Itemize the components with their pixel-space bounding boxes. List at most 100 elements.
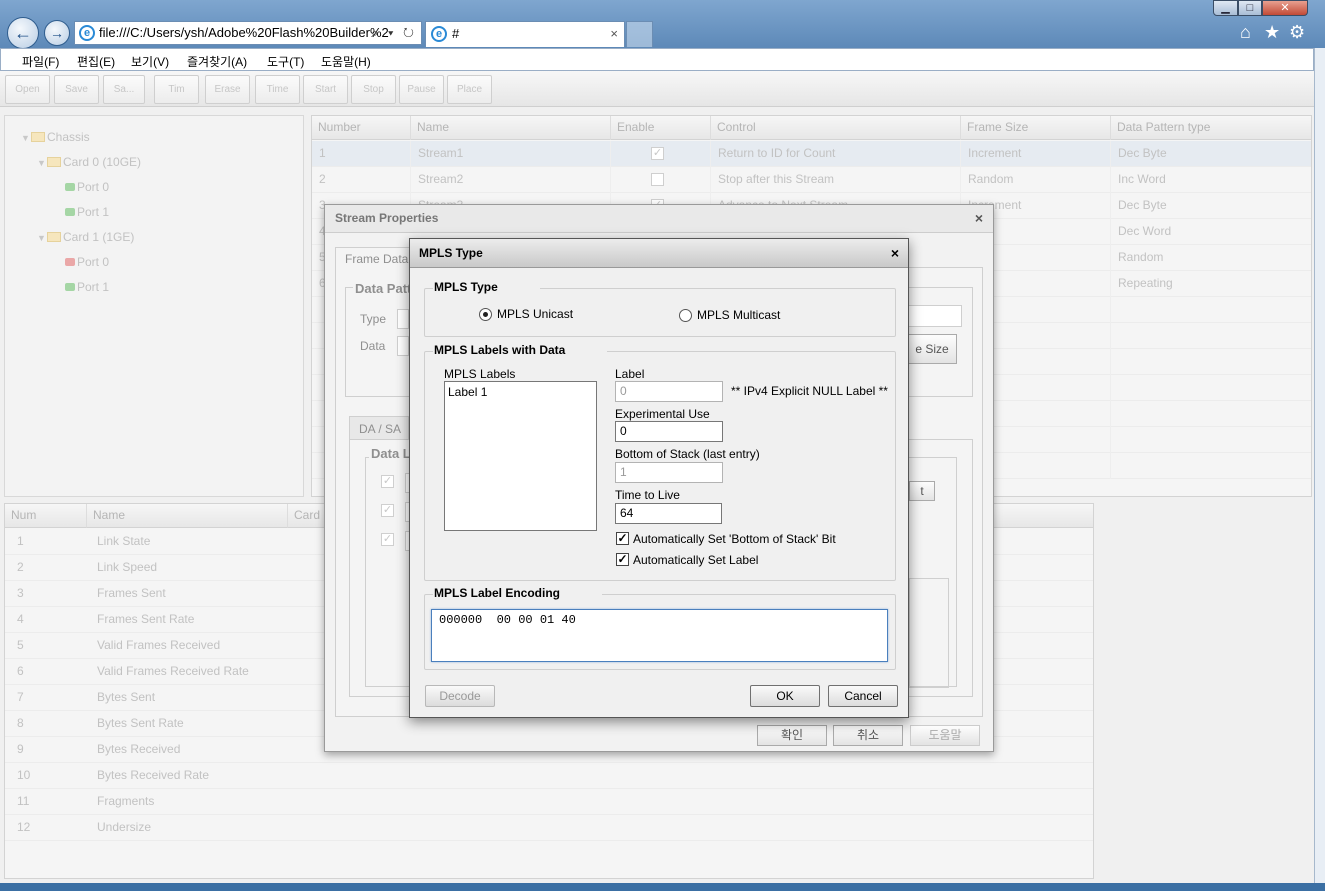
tree-node-card0-port0[interactable]: Port 0 xyxy=(65,180,109,194)
stop-button[interactable]: Stop xyxy=(351,75,396,104)
address-bar[interactable]: e file:///C:/Users/ysh/Adobe%20Flash%20B… xyxy=(74,21,422,45)
forward-button[interactable]: → xyxy=(44,20,70,46)
minimize-button[interactable]: ▁ xyxy=(1213,0,1238,16)
stats-col-num[interactable]: Num xyxy=(5,504,86,528)
enable-checkbox[interactable] xyxy=(651,173,664,186)
close-icon[interactable]: × xyxy=(975,205,983,232)
experimental-input[interactable]: 0 xyxy=(615,421,723,442)
experimental-caption: Experimental Use xyxy=(615,407,710,421)
encoding-textarea[interactable]: 000000 00 00 01 40 xyxy=(431,609,888,662)
tree-node-card1-port1[interactable]: Port 1 xyxy=(65,280,109,294)
window-close-button[interactable]: ✕ xyxy=(1262,0,1308,16)
time-button[interactable]: Time xyxy=(255,75,300,104)
menu-tools[interactable]: 도구(T) xyxy=(267,53,304,70)
menu-favorites[interactable]: 즐겨찾기(A) xyxy=(187,53,247,70)
pattern-field[interactable] xyxy=(907,305,962,327)
menu-view[interactable]: 보기(V) xyxy=(131,53,169,70)
timer-button[interactable]: Tim xyxy=(154,75,199,104)
bottom-of-stack-input[interactable]: 1 xyxy=(615,462,723,483)
new-tab-button[interactable] xyxy=(626,21,653,47)
tree-node-card1[interactable]: ▼ Card 1 (1GE) xyxy=(37,230,134,244)
labels-list[interactable]: Label 1 xyxy=(444,381,597,531)
tree-node-chassis[interactable]: ▼ Chassis xyxy=(21,130,90,144)
table-row[interactable]: 1 Stream1 Return to ID for Count Increment D… xyxy=(312,141,1311,167)
stream-help-button[interactable]: 도움말 xyxy=(910,725,980,746)
table-row[interactable]: 12 Undersize xyxy=(5,815,1093,841)
col-control[interactable]: Control xyxy=(710,116,960,140)
multicast-label[interactable]: MPLS Multicast xyxy=(697,308,780,322)
menu-edit[interactable]: 편집(E) xyxy=(77,53,115,70)
browser-tab[interactable]: e # × xyxy=(425,21,625,47)
tree-node-card1-port0[interactable]: Port 0 xyxy=(65,255,109,269)
layer-checkbox-3[interactable]: ✓ xyxy=(381,533,394,546)
table-row[interactable]: 2 Stream2 Stop after this Stream Random Inc … xyxy=(312,167,1311,193)
expand-icon[interactable]: ▼ xyxy=(21,133,31,143)
tab-frame-data[interactable]: Frame Data xyxy=(335,247,415,269)
start-button[interactable]: Start xyxy=(303,75,348,104)
stats-name: Bytes Received xyxy=(97,742,181,756)
address-tools-icon[interactable]: ⌕ ▾ ↻ xyxy=(371,22,417,44)
tree-label: Card 1 (1GE) xyxy=(63,230,135,244)
col-number[interactable]: Number xyxy=(312,116,410,140)
save-button[interactable]: Save xyxy=(54,75,99,104)
table-row[interactable]: 11 Fragments xyxy=(5,789,1093,815)
tab-da-sa[interactable]: DA / SA xyxy=(349,416,409,440)
label-input[interactable]: 0 xyxy=(615,381,723,402)
bottom-of-stack-caption: Bottom of Stack (last entry) xyxy=(615,447,760,461)
ok-button[interactable]: OK xyxy=(750,685,820,707)
type-label: Type xyxy=(360,312,387,326)
multicast-radio[interactable] xyxy=(679,309,692,322)
page-scrollbar[interactable] xyxy=(1314,48,1325,883)
unicast-label[interactable]: MPLS Unicast xyxy=(497,307,573,321)
frame-size-button[interactable]: e Size xyxy=(907,334,957,364)
folder-icon xyxy=(31,132,45,142)
expand-icon[interactable]: ▼ xyxy=(37,158,47,168)
type-select[interactable] xyxy=(397,309,409,329)
menu-help[interactable]: 도움말(H) xyxy=(321,53,371,70)
stream-cancel-button[interactable]: 취소 xyxy=(833,725,903,746)
layer-checkbox-1[interactable]: ✓ xyxy=(381,475,394,488)
layer-checkbox-2[interactable]: ✓ xyxy=(381,504,394,517)
col-name[interactable]: Name xyxy=(410,116,610,140)
auto-label-checkbox[interactable]: ✓ xyxy=(616,553,629,566)
auto-bos-checkbox[interactable]: ✓ xyxy=(616,532,629,545)
tree-node-card0-port1[interactable]: Port 1 xyxy=(65,205,109,219)
grid-line xyxy=(1110,375,1118,401)
cell-enable xyxy=(610,167,710,193)
stats-name: Valid Frames Received xyxy=(97,638,221,652)
label-list-item[interactable]: Label 1 xyxy=(445,382,596,399)
save-as-button[interactable]: Sa... xyxy=(103,75,145,104)
unicast-radio[interactable] xyxy=(479,308,492,321)
col-enable[interactable]: Enable xyxy=(610,116,710,140)
ttl-input[interactable]: 64 xyxy=(615,503,722,524)
home-icon[interactable]: ⌂ xyxy=(1240,22,1251,43)
col-data-pattern[interactable]: Data Pattern type xyxy=(1110,116,1310,140)
close-icon[interactable]: × xyxy=(891,239,899,267)
col-frame-size[interactable]: Frame Size xyxy=(960,116,1110,140)
stream-ok-button[interactable]: 확인 xyxy=(757,725,827,746)
erase-button[interactable]: Erase xyxy=(205,75,250,104)
menu-file[interactable]: 파일(F) xyxy=(22,53,59,70)
stats-col-name[interactable]: Name xyxy=(86,504,287,528)
stats-num: 2 xyxy=(17,560,24,574)
place-button[interactable]: Place xyxy=(447,75,492,104)
maximize-button[interactable]: □ xyxy=(1238,0,1262,16)
stats-num: 11 xyxy=(17,794,30,808)
open-button[interactable]: Open xyxy=(5,75,50,104)
pause-button[interactable]: Pause xyxy=(399,75,444,104)
auto-bos-label[interactable]: Automatically Set 'Bottom of Stack' Bit xyxy=(633,532,836,546)
favorites-star-icon[interactable]: ★ xyxy=(1264,22,1280,43)
table-row[interactable]: 10 Bytes Received Rate xyxy=(5,763,1093,789)
stats-num: 8 xyxy=(17,716,24,730)
enable-checkbox[interactable]: ✓ xyxy=(651,147,664,160)
tab-close-icon[interactable]: × xyxy=(610,22,618,46)
decode-button[interactable]: Decode xyxy=(425,685,495,707)
data-select[interactable] xyxy=(397,336,409,356)
tree-node-card0[interactable]: ▼ Card 0 (10GE) xyxy=(37,155,141,169)
back-button[interactable]: ← xyxy=(7,17,39,49)
layer-option-button[interactable]: t xyxy=(909,481,935,501)
auto-label-label[interactable]: Automatically Set Label xyxy=(633,553,758,567)
expand-icon[interactable]: ▼ xyxy=(37,233,47,243)
cancel-button[interactable]: Cancel xyxy=(828,685,898,707)
gear-icon[interactable]: ⚙ xyxy=(1289,22,1305,43)
